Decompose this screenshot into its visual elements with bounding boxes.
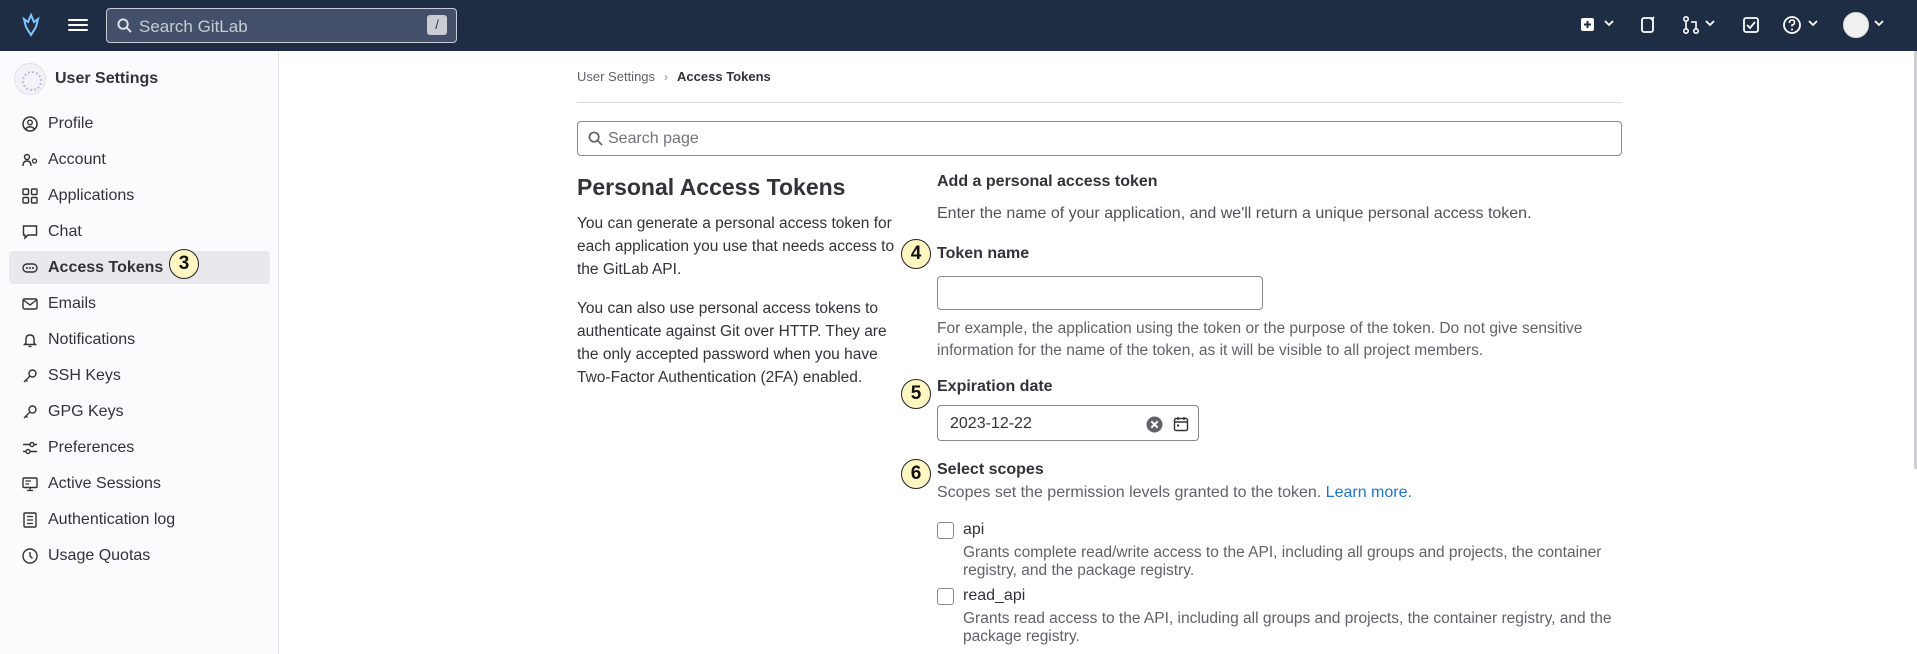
intro-paragraph-2: You can also use personal access tokens … [577,300,887,386]
token-icon [21,259,39,277]
token-name-label: Token name [937,245,1030,262]
sidebar-item-gpg-keys[interactable]: GPG Keys [9,395,270,428]
scope-api-checkbox[interactable] [937,522,954,539]
sidebar-item-label: Access Tokens [48,258,164,276]
search-icon [588,131,603,146]
top-navbar: Search GitLab / [0,0,1917,51]
page-title: Personal Access Tokens [577,174,846,200]
search-icon [117,18,132,33]
scope-read-api-checkbox[interactable] [937,588,954,605]
expiration-date-input[interactable]: 2023-12-22 [937,405,1199,441]
breadcrumb-current[interactable]: Access Tokens [677,69,771,84]
token-name-input[interactable] [937,276,1263,310]
quota-icon [21,547,39,565]
chevron-down-icon[interactable] [1808,19,1818,27]
sidebar-item-label: SSH Keys [48,366,121,384]
sidebar-item-label: Applications [48,186,135,204]
merge-requests-icon[interactable] [1682,14,1700,36]
avatar [14,63,46,95]
intro-paragraph-1: You can generate a personal access token… [577,215,895,278]
scope-api-label[interactable]: api [963,521,984,539]
sidebar-item-authentication-log[interactable]: Authentication log [9,503,270,536]
search-shortcut-key: / [427,15,447,35]
annotation-badge-5: 5 [901,379,931,409]
sidebar-item-label: Notifications [48,330,136,348]
chevron-down-icon[interactable] [1874,19,1884,27]
preferences-icon [21,439,39,457]
sidebar-item-label: Chat [48,222,82,240]
todo-icon[interactable] [1742,14,1760,36]
sidebar-item-usage-quotas[interactable]: Usage Quotas [9,539,270,572]
profile-icon [21,115,39,133]
scope-api-description: Grants complete read/write access to the… [963,544,1602,579]
breadcrumb-separator: › [664,69,669,84]
sidebar-item-label: Emails [48,294,97,312]
user-avatar[interactable] [1843,12,1869,38]
token-name-help: For example, the application using the t… [937,320,1583,359]
help-icon[interactable] [1782,14,1802,36]
key-icon [21,367,39,385]
sidebar-item-ssh-keys[interactable]: SSH Keys [9,359,270,392]
search-page-input[interactable]: Search page [577,121,1622,156]
sidebar-item-label: Active Sessions [48,474,161,492]
sidebar-title: User Settings [55,70,159,87]
annotation-badge-6: 6 [901,459,931,489]
sidebar-item-label: Authentication log [48,510,176,528]
sidebar-item-active-sessions[interactable]: Active Sessions [9,467,270,500]
sidebar-item-label: GPG Keys [48,402,124,420]
divider [577,102,1622,103]
scopes-help: Scopes set the permission levels granted… [937,484,1412,502]
settings-sidebar: User Settings Profile Account Applicatio… [0,51,279,654]
expiration-date-value: 2023-12-22 [950,415,1032,432]
sidebar-item-profile[interactable]: Profile [9,107,270,140]
expiration-date-label: Expiration date [937,378,1053,395]
breadcrumb: User Settings › Access Tokens [577,69,771,84]
chevron-down-icon[interactable] [1705,19,1715,27]
monitor-icon [21,475,39,493]
search-page-placeholder: Search page [608,130,699,147]
global-search-input[interactable]: Search GitLab / [106,8,457,43]
bell-icon [21,331,39,349]
gitlab-logo-icon[interactable] [22,13,40,37]
chat-icon [21,223,39,241]
scopes-help-text: Scopes set the permission levels granted… [937,484,1322,501]
search-placeholder: Search GitLab [139,17,248,36]
sidebar-item-label: Profile [48,114,94,132]
sidebar-header[interactable]: User Settings [14,63,158,95]
mail-icon [21,295,39,313]
key-icon [21,403,39,421]
issues-icon[interactable] [1640,14,1656,36]
form-title: Add a personal access token [937,173,1158,190]
clear-icon[interactable] [1146,416,1163,433]
annotation-badge-4: 4 [901,239,931,269]
learn-more-link[interactable]: Learn more. [1326,484,1412,501]
sidebar-item-emails[interactable]: Emails [9,287,270,320]
calendar-icon[interactable] [1173,416,1189,432]
sidebar-item-access-tokens[interactable]: Access Tokens [9,251,270,284]
log-icon [21,511,39,529]
scope-read-api-label[interactable]: read_api [963,587,1025,605]
select-scopes-label: Select scopes [937,461,1044,478]
chevron-down-icon[interactable] [1604,19,1614,27]
scope-read-api-description: Grants read access to the API, including… [963,610,1612,645]
sidebar-item-label: Usage Quotas [48,546,151,564]
form-subtitle: Enter the name of your application, and … [937,205,1532,222]
sidebar-item-chat[interactable]: Chat [9,215,270,248]
sidebar-item-label: Preferences [48,438,135,456]
annotation-badge-3: 3 [169,249,199,279]
sidebar-item-notifications[interactable]: Notifications [9,323,270,356]
hamburger-menu-icon[interactable] [68,16,88,34]
sidebar-item-applications[interactable]: Applications [9,179,270,212]
sidebar-item-label: Account [48,150,106,168]
sidebar-item-account[interactable]: Account [9,143,270,176]
new-item-icon[interactable] [1580,14,1596,36]
account-icon [21,151,39,169]
breadcrumb-parent-link[interactable]: User Settings [577,69,655,84]
sidebar-item-preferences[interactable]: Preferences [9,431,270,464]
applications-icon [21,187,39,205]
